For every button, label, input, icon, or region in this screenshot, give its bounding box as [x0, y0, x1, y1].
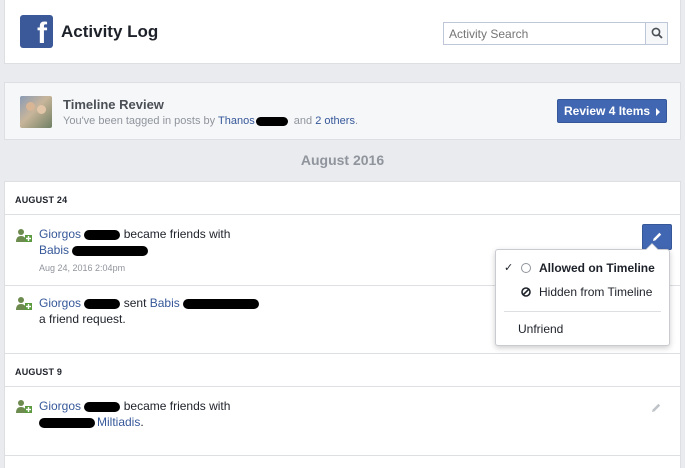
target-link[interactable]: Miltiadis — [97, 415, 140, 429]
pencil-icon[interactable] — [650, 402, 662, 414]
review-sub-and: and — [293, 115, 313, 127]
month-heading: August 2016 — [300, 152, 385, 168]
pencil-icon — [653, 232, 662, 241]
entry-verb: sent — [123, 296, 147, 310]
avatar[interactable] — [20, 96, 52, 128]
page-title: Activity Log — [61, 22, 159, 41]
search-button[interactable] — [645, 23, 667, 44]
menu-item-label: Unfriend — [518, 322, 564, 336]
entry-verb: became friends with — [123, 227, 231, 241]
timeline-review-subtitle: You've been tagged in posts by Thanos an… — [63, 115, 358, 127]
timeline-visibility-menu: ✓ Allowed on Timeline Hidden from Timeli… — [495, 243, 670, 346]
menu-item-unfriend[interactable]: Unfriend — [496, 317, 669, 341]
menu-item-label: Allowed on Timeline — [539, 261, 655, 275]
activity-search-box — [443, 22, 668, 45]
menu-item-allowed-on-timeline[interactable]: ✓ Allowed on Timeline — [496, 256, 669, 280]
redaction-mark — [84, 298, 121, 309]
review-items-label: Review 4 Items — [564, 104, 651, 118]
day-header: AUGUST 9 — [5, 354, 680, 387]
timeline-review-panel: Timeline Review You've been tagged in po… — [4, 82, 681, 140]
day-label: AUGUST 9 — [15, 367, 63, 377]
review-sub-prefix: You've been tagged in posts by — [63, 115, 216, 127]
menu-item-hidden-from-timeline[interactable]: Hidden from Timeline — [496, 280, 669, 304]
actor-link[interactable]: Giorgos — [39, 227, 81, 241]
timeline-review-title: Timeline Review — [63, 97, 164, 112]
day-header: AUGUST 24 — [5, 182, 680, 215]
redaction-mark — [84, 401, 121, 412]
friend-request-icon — [16, 297, 32, 310]
review-sub-period: . — [354, 115, 359, 127]
list-item: Giorgos became friends with Miltiadis. — [5, 388, 680, 456]
entry-verb: became friends with — [123, 399, 231, 413]
entry-tail: a friend request. — [39, 312, 126, 326]
target-link[interactable]: Babis — [150, 296, 180, 310]
redaction-mark — [183, 298, 260, 309]
checkmark-icon: ✓ — [504, 262, 514, 274]
entry-text: Giorgos sent Babis a friend request. — [39, 295, 260, 327]
redaction-mark — [84, 229, 121, 240]
entry-period: . — [140, 415, 144, 429]
redaction-mark — [72, 245, 149, 256]
entry-text: Giorgos became friends with Babis — [39, 226, 230, 258]
block-icon — [521, 287, 531, 297]
search-icon — [651, 27, 663, 39]
redaction-mark — [255, 116, 288, 126]
page-header: f Activity Log — [4, 0, 681, 64]
activity-search-input[interactable] — [444, 23, 642, 44]
circle-icon — [521, 263, 531, 273]
target-link[interactable]: Babis — [39, 243, 69, 257]
menu-item-label: Hidden from Timeline — [539, 285, 653, 299]
friends-icon — [16, 400, 32, 413]
menu-divider — [504, 311, 661, 312]
tagger-link[interactable]: Thanos — [218, 115, 255, 127]
entry-text: Giorgos became friends with Miltiadis. — [39, 398, 230, 430]
entry-timestamp[interactable]: Aug 24, 2016 2:04pm — [39, 263, 125, 273]
chevron-right-icon — [656, 108, 660, 116]
actor-link[interactable]: Giorgos — [39, 399, 81, 413]
review-items-button[interactable]: Review 4 Items — [557, 99, 667, 123]
day-label: AUGUST 24 — [15, 195, 68, 205]
redaction-mark — [39, 417, 95, 428]
friends-icon — [16, 229, 32, 242]
facebook-logo[interactable]: f — [20, 15, 53, 48]
others-link[interactable]: 2 others — [315, 115, 355, 127]
actor-link[interactable]: Giorgos — [39, 296, 81, 310]
